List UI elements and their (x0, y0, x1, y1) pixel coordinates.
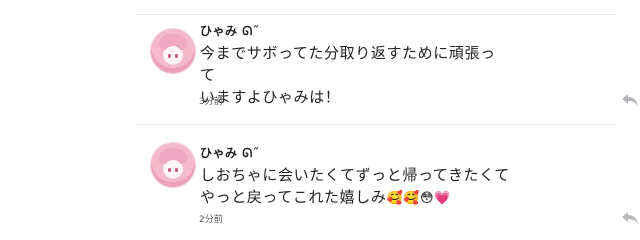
avatar[interactable] (150, 142, 196, 188)
comment-text: しおちゃに会いたくてずっと帰ってきたくて やっと戻ってこれた嬉しみ🥰🥰😳💗 (200, 166, 510, 206)
comment-item: ひゃみ ᘏ˝ しおちゃに会いたくてずっと帰ってきたくて やっと戻ってこれた嬉しみ… (136, 0, 640, 240)
comment-time: 2分前 (199, 215, 223, 225)
comment-username[interactable]: ひゃみ ᘏ˝ (200, 144, 259, 161)
reply-arrow-icon[interactable] (620, 210, 640, 226)
avatar-face (164, 160, 182, 178)
emoji-group: 🥰🥰😳💗 (386, 191, 451, 206)
swirl-icon: ᘏ˝ (237, 146, 260, 160)
